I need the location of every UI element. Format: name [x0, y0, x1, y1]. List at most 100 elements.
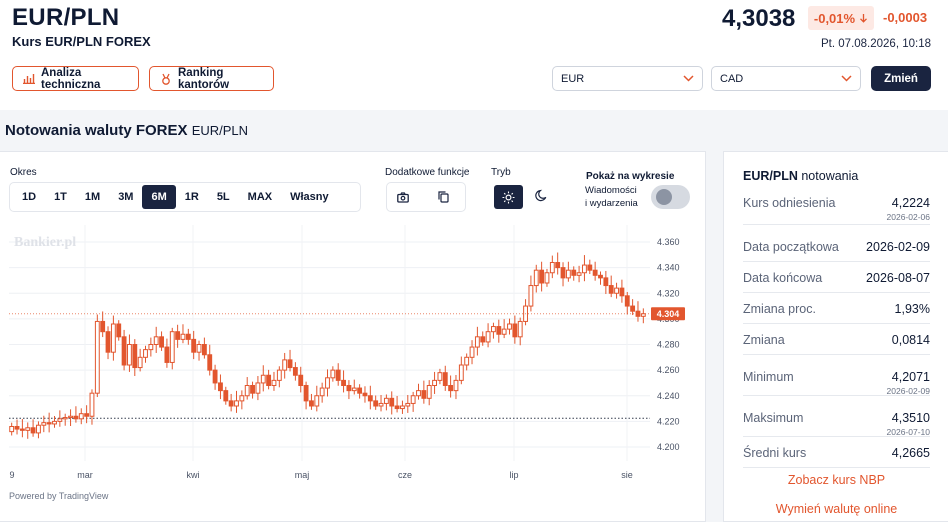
- candle-body: [127, 344, 132, 366]
- stats-value: 2026-02-09: [866, 240, 930, 254]
- candle-body: [549, 262, 555, 274]
- pair-subtitle: Kurs EUR/PLN FOREX: [12, 34, 151, 49]
- candle-body: [52, 420, 57, 425]
- candle-body: [576, 272, 582, 276]
- stats-row: Kurs odniesienia 4,2224 2026-02-06: [743, 181, 930, 225]
- stats-date: 2026-02-06: [886, 212, 930, 222]
- candle-body: [84, 413, 90, 417]
- candle-body: [571, 269, 577, 276]
- period-button[interactable]: 5L: [208, 185, 239, 209]
- x-tick-label: cze: [398, 470, 412, 480]
- candle-body: [453, 379, 459, 392]
- copy-button[interactable]: [433, 185, 455, 209]
- stats-value: 4,2665: [891, 446, 930, 460]
- candlestick-chart[interactable]: 4.3604.3404.3204.3004.2804.2604.2404.220…: [0, 225, 706, 490]
- candle-body: [555, 262, 561, 269]
- candle-body: [89, 392, 95, 417]
- candle-body: [143, 349, 148, 358]
- candle-body: [100, 320, 106, 333]
- candle-body: [30, 427, 36, 434]
- candle-body: [544, 272, 550, 284]
- candle-body: [68, 415, 73, 419]
- candle-body: [78, 413, 84, 420]
- change-percent-badge: -0,01%: [808, 6, 874, 30]
- candle-body: [598, 274, 603, 279]
- candle-body: [378, 402, 384, 407]
- candle-body: [533, 269, 539, 287]
- candle-body: [46, 422, 52, 425]
- candle-body: [110, 323, 116, 353]
- tradingview-credit[interactable]: Powered by TradingView: [9, 491, 108, 501]
- candle-body: [491, 326, 496, 333]
- candle-body: [303, 385, 309, 402]
- candle-body: [116, 323, 122, 338]
- candle-body: [271, 379, 277, 386]
- stats-label: Data końcowa: [743, 271, 823, 285]
- candle-body: [383, 397, 389, 404]
- from-currency-select[interactable]: EUR: [552, 66, 703, 91]
- candle-body: [325, 377, 330, 389]
- candle-body: [234, 400, 239, 407]
- section-pair: EUR/PLN: [191, 123, 249, 138]
- convert-button[interactable]: Zmień: [871, 66, 931, 91]
- x-tick-label: 9: [9, 470, 14, 480]
- nbp-rate-link[interactable]: Zobacz kurs NBP: [724, 473, 948, 487]
- candle-body: [228, 400, 234, 407]
- candle-body: [73, 415, 79, 420]
- arrow-down-icon: [860, 14, 868, 23]
- candle-body: [507, 323, 512, 330]
- candle-body: [362, 392, 368, 397]
- candle-body: [469, 346, 475, 358]
- period-button[interactable]: MAX: [239, 185, 281, 209]
- period-button[interactable]: 6M: [142, 185, 176, 209]
- period-button[interactable]: 3M: [109, 185, 142, 209]
- watermark-logo: Bankier.pl: [14, 235, 76, 250]
- chevron-down-icon: [683, 75, 694, 82]
- candle-body: [14, 426, 20, 430]
- sun-icon: [502, 191, 515, 203]
- period-button[interactable]: Własny: [281, 185, 338, 209]
- exchange-ranking-button[interactable]: Ranking kantorów: [149, 66, 274, 91]
- candle-body: [464, 356, 470, 366]
- candle-body: [292, 367, 298, 376]
- period-button[interactable]: 1T: [45, 185, 76, 209]
- candle-body: [260, 374, 266, 384]
- period-button[interactable]: 1D: [13, 185, 45, 209]
- candle-body: [207, 354, 213, 371]
- candle-body: [159, 336, 164, 348]
- light-mode-button[interactable]: [494, 185, 523, 209]
- stats-value: 2026-08-07: [866, 271, 930, 285]
- candle-body: [314, 395, 320, 407]
- period-button[interactable]: 1M: [76, 185, 109, 209]
- to-currency-select[interactable]: CAD: [711, 66, 861, 91]
- news-events-toggle[interactable]: [651, 185, 690, 209]
- stats-row: Maksimum 4,3510 2026-07-10: [743, 396, 930, 437]
- candle-body: [319, 387, 325, 397]
- copy-icon: [438, 191, 449, 203]
- mode-label: Tryb: [491, 167, 511, 178]
- candle-body: [426, 385, 432, 399]
- candle-body: [309, 400, 314, 407]
- candle-body: [255, 382, 261, 394]
- period-label: Okres: [10, 167, 37, 178]
- stats-value: 4,2071: [891, 370, 930, 384]
- change-percent: -0,01%: [813, 10, 856, 26]
- dark-mode-button[interactable]: [534, 189, 548, 208]
- exchange-online-link[interactable]: Wymień walutę online: [724, 502, 948, 516]
- stats-label: Średni kurs: [743, 446, 807, 460]
- candle-body: [458, 364, 464, 381]
- news-label-line2: i wydarzenia: [585, 198, 638, 209]
- candle-body: [19, 428, 25, 431]
- stats-row: Zmiana proc. 1,93%: [743, 293, 930, 324]
- technical-analysis-button[interactable]: Analiza techniczna: [12, 66, 139, 91]
- extra-functions-label: Dodatkowe funkcje: [385, 167, 470, 178]
- candle-body: [630, 305, 636, 312]
- stats-value: 1,93%: [894, 302, 930, 316]
- period-button[interactable]: 1R: [176, 185, 208, 209]
- screenshot-button[interactable]: [392, 185, 414, 209]
- candle-body: [276, 369, 282, 381]
- stats-label: Data początkowa: [743, 240, 839, 254]
- candle-body: [432, 379, 437, 386]
- candle-body: [282, 359, 288, 371]
- candle-body: [624, 295, 630, 307]
